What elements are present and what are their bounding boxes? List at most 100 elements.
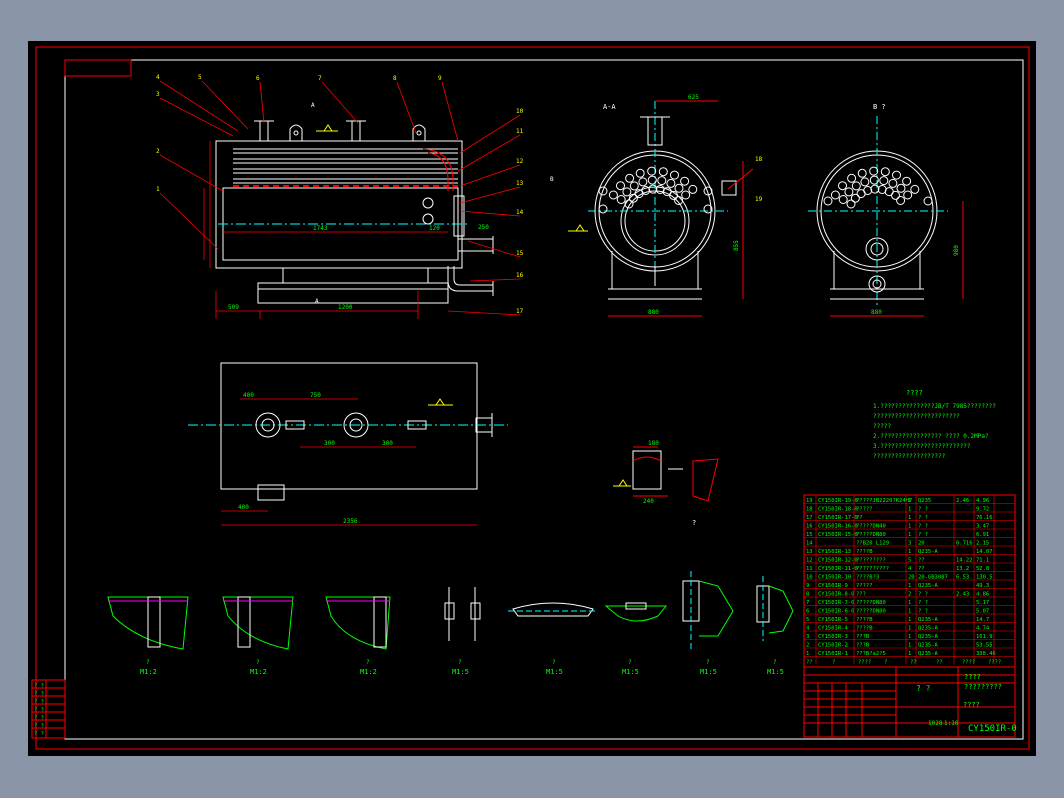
bom-cell-12-1: CY150IR-12-0 <box>818 558 858 564</box>
bom-cell-12-0: 12 <box>806 558 813 564</box>
rev-row-0: ? ? <box>34 683 44 689</box>
b-dim-880: 880 <box>871 309 882 316</box>
bom-cell-4-4: Q235-A <box>918 626 939 632</box>
tube-hole-b-3 <box>857 168 867 178</box>
bom-header-6: ???? <box>962 660 975 666</box>
tube-hole-aa-17 <box>681 190 691 200</box>
bom-cell-4-3: 1 <box>908 626 911 632</box>
cad-viewport[interactable]: ? ?? ?? ?? ?? ?? ?? ? 1743 120 250 509 1… <box>28 41 1036 756</box>
main-front-view: 1743 120 250 509 1200 A A B 1234 5 6 7 8 9101… <box>156 74 554 319</box>
rev-row-1: ? ? <box>34 691 44 697</box>
tube-hole-b-6 <box>892 170 901 180</box>
rev-row-3: ? ? <box>34 707 44 713</box>
bom-cell-14-5: 0.716 <box>956 541 973 547</box>
tube-hole-aa-8 <box>688 184 698 194</box>
bom-cell-2-4: Q235-A <box>918 643 939 649</box>
detail-scale-4: M1:5 <box>452 668 469 676</box>
detail-7 <box>682 571 734 651</box>
bom-cell-13-3: 1 <box>908 549 911 555</box>
tube-hole-aa-13 <box>647 175 657 185</box>
detail-3 <box>325 596 391 650</box>
bom-cell-12-2: ????????? <box>856 558 886 564</box>
bom-cell-10-1: CY150IR-10 <box>818 575 851 581</box>
bom-cell-3-2: ???B <box>856 634 870 640</box>
tube-hole-b-17 <box>903 190 913 200</box>
bom-cell-7-4: ? ? <box>918 600 928 606</box>
tube-hole-b-9 <box>838 195 848 204</box>
tube-hole-aa-1 <box>616 181 625 191</box>
title-block-company-1: ???? <box>964 673 981 681</box>
label-b: B <box>550 176 554 183</box>
detail-scale-6: M1:5 <box>622 668 639 676</box>
bom-header-7: ???? <box>988 660 1001 666</box>
tube-hole-b-21 <box>863 186 873 195</box>
plan-view: 400 750 300 300 400 2356 <box>188 362 508 526</box>
bom-cell-5-6: 14.7 <box>976 617 989 623</box>
rev-row-6: ? ? <box>34 731 44 737</box>
bom-cell-11-2: ?????????? <box>856 566 889 572</box>
detail-6 <box>604 602 668 622</box>
bom-cell-6-0: 6 <box>806 609 809 615</box>
notes-lines: 1.???????????????JB/T 7985???????? ?????… <box>873 403 996 460</box>
boiler-base <box>257 268 449 304</box>
bom-header-0: ?? <box>806 660 813 666</box>
bom-cell-13-0: 13 <box>806 549 813 555</box>
drawing-frame-inner <box>64 59 1024 740</box>
note-line-2: ???????????????????????? <box>873 413 960 420</box>
tube-hole-b-10 <box>844 187 854 197</box>
detail-5 <box>508 602 598 617</box>
detail-scale-5: M1:5 <box>546 668 563 676</box>
plan-dim-400: 400 <box>243 392 254 399</box>
tube-hole-b-27 <box>823 196 833 206</box>
detail-scale-3: M1:2 <box>360 668 377 676</box>
tube-hole-aa-7 <box>680 176 690 186</box>
bom-cell-18-6: 9.72 <box>976 507 989 513</box>
tube-hole-b-0 <box>830 190 840 200</box>
callout-leader-10 <box>459 114 521 154</box>
detail-label-7: ? <box>706 659 710 666</box>
callout-leader-1 <box>159 192 219 250</box>
tube-hole-b-15 <box>888 178 898 188</box>
bom-cell-14-4: 20 <box>918 541 925 547</box>
bom-cell-5-4: Q235-A <box>918 617 939 623</box>
bom-cell-5-3: 1 <box>908 617 911 623</box>
bom-cell-1-6: 338.46 <box>976 651 996 657</box>
section-aa-title: A-A <box>603 103 616 111</box>
aa-callout-18: 18 <box>755 156 763 163</box>
bom-cell-14-6: 2.15 <box>976 541 989 547</box>
bom-cell-17-6: 76.16 <box>976 515 993 521</box>
bom-cell-19-5: 2.46 <box>956 498 969 504</box>
tube-hole-aa-0 <box>608 190 618 200</box>
callout-11: 11 <box>516 128 524 135</box>
bom-cell-16-3: 1 <box>908 524 911 530</box>
bom-cell-11-5: 13.2 <box>956 566 969 572</box>
callout-leader-17 <box>447 310 521 316</box>
aa-dim-880: 880 <box>648 309 659 316</box>
note-line-5: 3.????????????????????????? <box>873 443 971 450</box>
bom-cell-11-0: 11 <box>806 566 813 572</box>
top-left-tab <box>64 59 132 77</box>
rev-row-2: ? ? <box>34 699 44 705</box>
dim-120: 120 <box>429 225 440 232</box>
title-block-weight: 1028 <box>928 720 943 727</box>
bom-cell-6-2: ?????DN80 <box>856 609 886 615</box>
title-block-company-2: ????????? <box>964 683 1002 691</box>
bom-cell-12-5: 14.22 <box>956 558 973 564</box>
tube-hole-b-22 <box>870 184 880 194</box>
detail-1 <box>107 596 189 650</box>
dim-1743: 1743 <box>313 225 328 232</box>
callout-leader-7 <box>321 81 359 124</box>
tube-hole-aa-5 <box>658 167 668 177</box>
bom-cell-12-6: 71.1 <box>976 558 989 564</box>
bom-cell-15-0: 15 <box>806 532 813 538</box>
bom-cell-11-6: 52.8 <box>976 566 989 572</box>
bom-cell-14-2: ??B20 L129 <box>856 541 889 547</box>
detail-label-5: ? <box>552 659 556 666</box>
tube-hole-b-16 <box>896 183 906 193</box>
bom-cell-16-2: ?????DN40 <box>856 524 886 530</box>
callout-leader-15 <box>467 240 521 258</box>
callout-6: 6 <box>256 75 260 82</box>
bom-cell-3-3: 1 <box>908 634 911 640</box>
bom-cell-15-2: ?????DN80 <box>856 532 886 538</box>
detail-scale-7: M1:5 <box>700 668 717 676</box>
